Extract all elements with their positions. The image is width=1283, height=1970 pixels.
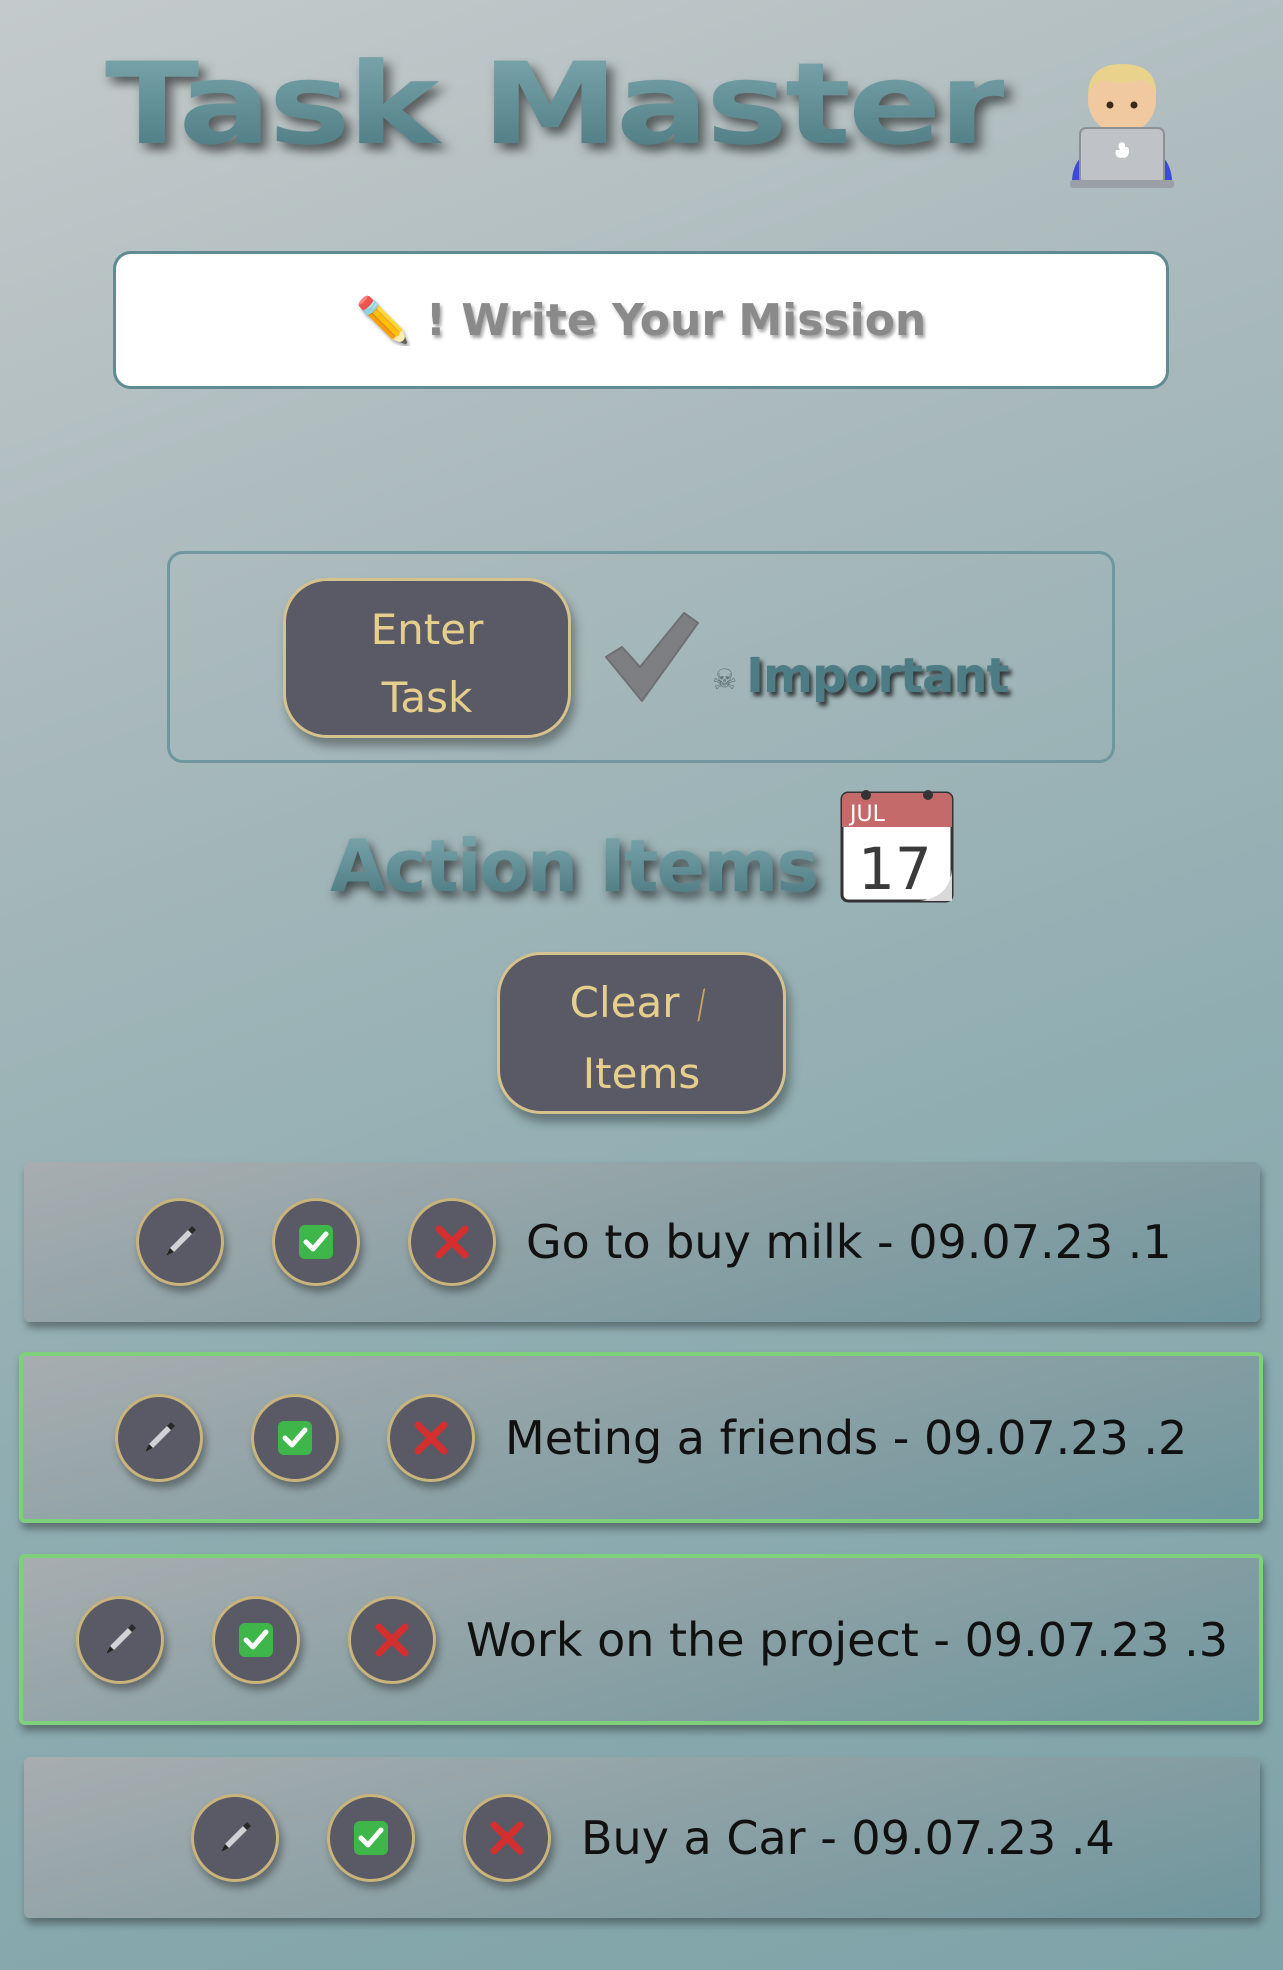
delete-button[interactable] — [463, 1793, 551, 1882]
task-row: Go to buy milk - 09.07.23 .1 — [24, 1162, 1260, 1322]
pen-icon — [106, 1623, 136, 1654]
check-box-icon — [239, 1622, 273, 1657]
edit-button[interactable] — [136, 1198, 224, 1286]
task-row-completed: Meting a friends - 09.07.23 .2 — [19, 1352, 1263, 1523]
important-label: ☠ Important — [712, 648, 1009, 704]
enter-task-button[interactable]: Enter Task — [283, 578, 571, 738]
calendar-day: 17 — [858, 835, 932, 903]
cross-icon — [414, 1421, 448, 1454]
enter-task-label-line2: Task — [381, 673, 473, 722]
delete-button[interactable] — [387, 1393, 475, 1482]
technologist-icon — [1070, 64, 1174, 188]
task-text: Work on the project - 09.07.23 .3 — [466, 1612, 1228, 1667]
complete-button[interactable] — [327, 1793, 415, 1882]
task-row-completed: Work on the project - 09.07.23 .3 — [19, 1554, 1263, 1725]
complete-button[interactable] — [251, 1393, 339, 1482]
task-actions — [76, 1595, 484, 1684]
check-box-icon — [354, 1820, 388, 1855]
check-box-icon — [299, 1225, 333, 1259]
task-text: Buy a Car - 09.07.23 .4 — [581, 1810, 1115, 1865]
calendar-month: JUL — [848, 802, 886, 827]
delete-button[interactable] — [408, 1198, 496, 1286]
enter-task-label-line1: Enter — [370, 605, 484, 654]
edit-button[interactable] — [115, 1393, 203, 1482]
edit-button[interactable] — [191, 1793, 279, 1882]
complete-button[interactable] — [212, 1595, 300, 1684]
mission-input[interactable] — [113, 251, 1169, 389]
app-title: Task Master — [105, 38, 1007, 171]
clear-label-line2: Items — [582, 1048, 701, 1098]
task-row: Buy a Car - 09.07.23 .4 — [24, 1757, 1260, 1918]
pen-icon — [145, 1421, 175, 1452]
clear-items-button[interactable]: Clear⟋ Items — [497, 952, 786, 1114]
clear-label-line1: Clear — [569, 977, 680, 1027]
edit-button[interactable] — [76, 1595, 164, 1684]
complete-button[interactable] — [272, 1198, 360, 1286]
task-text: Meting a friends - 09.07.23 .2 — [505, 1410, 1188, 1465]
pen-icon — [221, 1821, 251, 1852]
cross-icon — [435, 1225, 469, 1259]
header: Task Master — [0, 30, 1283, 200]
delete-button[interactable] — [348, 1595, 436, 1684]
task-text: Go to buy milk - 09.07.23 .1 — [526, 1215, 1172, 1269]
task-actions — [191, 1793, 599, 1882]
task-actions — [136, 1198, 544, 1286]
cross-icon — [375, 1623, 409, 1656]
calendar-icon: JUL 17 — [840, 790, 954, 903]
skull-icon: ☠ — [712, 662, 737, 696]
broom-icon: ⟋ — [681, 982, 722, 1029]
important-checkbox[interactable] — [600, 605, 700, 705]
check-box-icon — [278, 1420, 312, 1455]
section-title: Action Items — [330, 824, 819, 908]
important-text: Important — [746, 648, 1009, 704]
pen-icon — [166, 1226, 196, 1256]
cross-icon — [490, 1821, 524, 1854]
task-actions — [115, 1393, 523, 1482]
